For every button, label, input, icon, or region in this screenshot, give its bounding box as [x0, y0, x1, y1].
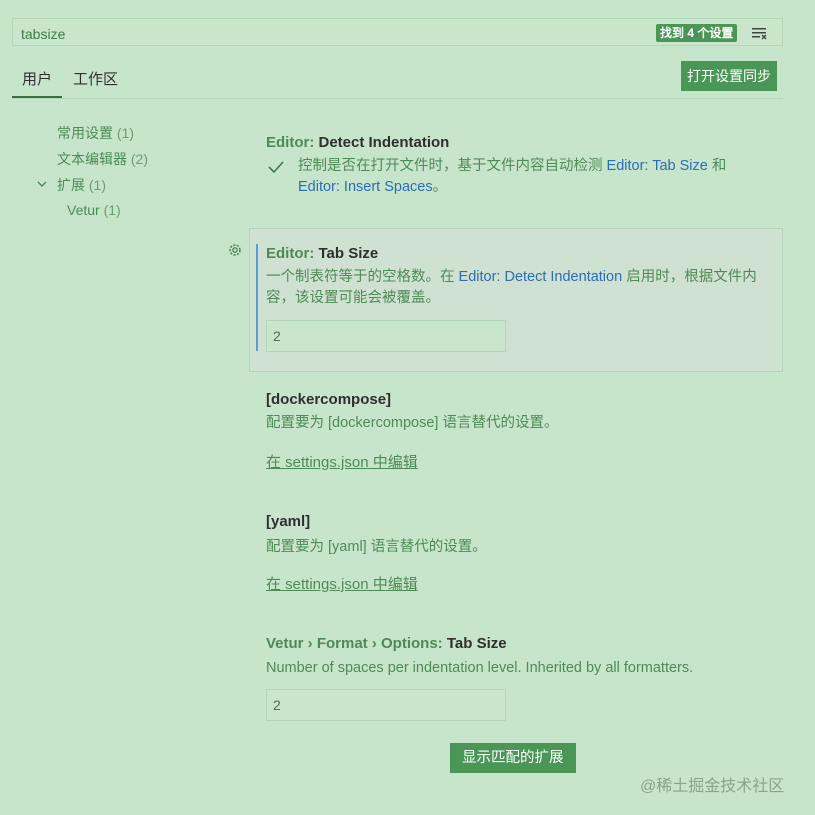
gear-icon[interactable] [227, 242, 243, 258]
setting-name: Tab Size [446, 635, 507, 652]
toc-item-label: 文本编辑器 [57, 151, 127, 167]
tab-user[interactable]: 用户 [22, 70, 52, 98]
description-text: 和 [707, 158, 727, 174]
chevron-down-icon[interactable] [36, 178, 48, 190]
setting-category: Editor: [266, 134, 319, 151]
description-text: 控制是否在打开文件时，基于文件内容自动检测 [298, 158, 607, 174]
edit-in-settings-json-link[interactable]: 在 settings.json 中编辑 [266, 451, 418, 472]
setting-name: Tab Size [318, 245, 379, 262]
toc-item-vetur[interactable]: Vetur (1) [67, 202, 121, 218]
show-matching-extensions-button[interactable]: 显示匹配的扩展 [450, 743, 576, 773]
setting-description: Number of spaces per indentation level. … [266, 660, 694, 676]
toc-item-common[interactable]: 常用设置 (1) [57, 123, 134, 143]
modified-indicator [256, 244, 258, 351]
toc-item-count: (2) [130, 151, 149, 167]
setting-category: Editor: [266, 245, 319, 262]
search-input[interactable] [19, 23, 623, 45]
toc-item-count: (1) [103, 202, 121, 218]
tabs-divider [12, 98, 783, 99]
setting-link-detect-indentation[interactable]: Editor: Detect Indentation [459, 269, 623, 285]
setting-link-insert-spaces[interactable]: Editor: Insert Spaces [298, 179, 433, 195]
setting-name: Detect Indentation [318, 134, 450, 151]
setting-title-yaml: [yaml] [266, 513, 310, 530]
setting-title-dockercompose: [dockercompose] [266, 391, 391, 408]
setting-description: 配置要为 [yaml] 语言替代的设置。 [266, 539, 487, 555]
tab-workspace[interactable]: 工作区 [73, 70, 118, 98]
toc-item-text-editor[interactable]: 文本编辑器 (2) [57, 149, 148, 169]
toc-item-label: 常用设置 [57, 125, 113, 141]
filter-icon[interactable] [751, 25, 769, 41]
toc-item-count: (1) [116, 125, 135, 141]
checkbox-checked-icon[interactable] [268, 160, 284, 174]
result-count-badge: 找到 4 个设置 [656, 24, 738, 42]
setting-title-detect-indentation: Editor: Detect Indentation [266, 134, 449, 151]
description-text: 。 [432, 179, 448, 195]
setting-name: [dockercompose] [266, 391, 392, 408]
open-settings-sync-button[interactable]: 打开设置同步 [681, 61, 777, 91]
toc-item-extensions[interactable]: 扩展 (1) [57, 175, 106, 195]
tab-size-input[interactable]: 2 [266, 320, 506, 352]
setting-title-tab-size: Editor: Tab Size [266, 245, 378, 262]
setting-link-tab-size[interactable]: Editor: Tab Size [607, 158, 708, 174]
vetur-tab-size-input[interactable]: 2 [266, 689, 506, 721]
setting-name: [yaml] [266, 513, 311, 530]
edit-in-settings-json-link[interactable]: 在 settings.json 中编辑 [266, 573, 418, 594]
watermark: @稀土掘金技术社区 [640, 778, 785, 795]
toc-item-count: (1) [88, 177, 107, 193]
setting-description: 配置要为 [dockercompose] 语言替代的设置。 [266, 415, 559, 431]
toc-item-label: 扩展 [57, 177, 85, 193]
setting-description: 控制是否在打开文件时，基于文件内容自动检测 Editor: Tab Size 和… [298, 156, 768, 198]
setting-title-vetur-tab-size: Vetur › Format › Options: Tab Size [266, 635, 507, 652]
setting-category: Vetur › Format › Options: [266, 635, 447, 652]
setting-description: 一个制表符等于的空格数。在 Editor: Detect Indentation… [266, 267, 771, 309]
description-text: 一个制表符等于的空格数。在 [266, 269, 459, 285]
toc-item-label: Vetur [67, 202, 100, 218]
search-bar: 找到 4 个设置 [12, 18, 783, 46]
